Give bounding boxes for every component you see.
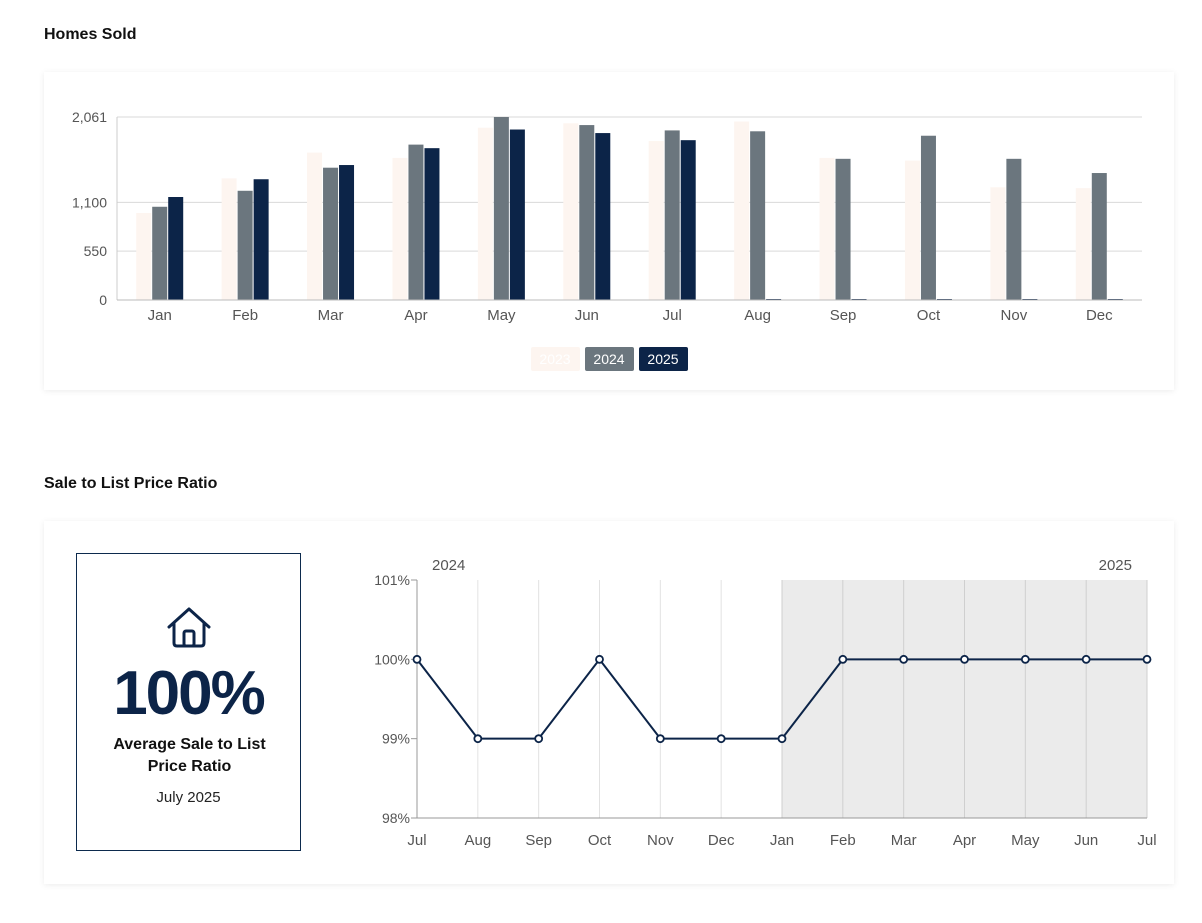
bar-2024-feb: [237, 190, 253, 300]
x-tick-label: Feb: [232, 307, 258, 324]
homes-sold-legend: 2023 2024 2025: [44, 347, 1174, 371]
average-ratio-date: July 2025: [156, 789, 221, 806]
legend-item-2024[interactable]: 2024: [584, 347, 634, 371]
data-point-dec-5: [716, 734, 726, 744]
bar-2024-may: [493, 117, 509, 300]
x-tick-label: Jan: [148, 307, 172, 324]
bar-2025-jun: [595, 133, 611, 300]
y-tick-label: 550: [84, 243, 108, 259]
x-tick-label: Jan: [770, 832, 794, 849]
x-tick-label: Aug: [464, 832, 491, 849]
bar-2023-oct: [904, 160, 920, 300]
data-point-apr-9: [960, 654, 969, 664]
year-label-end: 2025: [1099, 557, 1132, 574]
data-point-feb-7: [838, 654, 848, 664]
data-point-may-10: [1020, 654, 1030, 664]
homes-sold-bar-chart: 0 550 1,100 2,061 Jan Feb Mar Apr May Jun Jul Aug Se…: [72, 109, 1142, 324]
x-tick-label: Jul: [1137, 832, 1156, 849]
bar-2025-jan: [168, 197, 184, 300]
x-tick-label: Dec: [708, 832, 735, 849]
average-ratio-value: 100%: [113, 659, 266, 728]
data-point-nov-4: [655, 734, 665, 744]
bar-2024-aug: [750, 131, 766, 300]
legend-item-2023[interactable]: 2023: [530, 347, 580, 371]
sale-to-list-title: Sale to List Price Ratio: [44, 475, 218, 492]
bar-2024-jun: [579, 125, 595, 300]
bar-2023-jan: [136, 212, 152, 300]
x-tick-label: Jul: [663, 307, 682, 324]
x-tick-label: Jul: [407, 832, 426, 849]
data-point-jul-12: [1142, 654, 1152, 664]
x-tick-label: Mar: [891, 832, 917, 849]
x-tick-label: Jun: [575, 307, 599, 324]
y-tick-label: 98%: [382, 810, 410, 826]
bar-2023-jun: [563, 123, 579, 300]
x-tick-label: Apr: [404, 307, 427, 324]
bar-2025-may: [509, 129, 525, 300]
bar-2023-sep: [819, 157, 835, 300]
x-tick-label: Aug: [744, 307, 771, 324]
bar-2024-oct: [920, 135, 936, 300]
x-tick-label: Apr: [953, 832, 976, 849]
year-label-start: 2024: [432, 557, 465, 574]
bar-2024-jan: [152, 206, 168, 300]
data-point-aug-1: [473, 734, 483, 744]
bar-2024-apr: [408, 144, 424, 300]
y-tick-label: 99%: [382, 731, 410, 747]
x-tick-label: Nov: [1001, 307, 1028, 324]
x-tick-label: Feb: [830, 832, 856, 849]
data-point-jul-0: [412, 654, 422, 664]
bar-2023-jul: [648, 141, 664, 300]
y-tick-label: 0: [99, 292, 107, 308]
bar-2023-nov: [990, 187, 1006, 300]
y-tick-label: 2,061: [72, 109, 107, 125]
bar-2023-feb: [221, 178, 237, 300]
bar-2023-mar: [307, 152, 323, 300]
bar-2023-aug: [734, 121, 750, 300]
homes-sold-title: Homes Sold: [44, 26, 137, 43]
data-point-jan-6: [777, 734, 787, 744]
data-point-oct-3: [595, 654, 604, 664]
x-tick-label: Nov: [647, 832, 674, 849]
bar-2023-dec: [1075, 188, 1091, 300]
bar-2025-apr: [424, 148, 440, 300]
bar-2024-jul: [664, 130, 680, 300]
bar-2024-nov: [1006, 158, 1022, 300]
data-point-mar-8: [899, 654, 909, 664]
x-tick-label: Jun: [1074, 832, 1098, 849]
x-tick-label: Sep: [525, 832, 552, 849]
sale-to-list-card: 100% Average Sale to List Price Ratio Ju…: [44, 521, 1174, 884]
legend-item-2025[interactable]: 2025: [638, 347, 688, 371]
x-tick-label: May: [1011, 832, 1040, 849]
homes-sold-card: 0 550 1,100 2,061 Jan Feb Mar Apr May Jun Jul Aug Se…: [44, 72, 1174, 390]
x-tick-label: Oct: [917, 307, 941, 324]
x-tick-label: Mar: [318, 307, 344, 324]
average-ratio-label: Average Sale to List Price Ratio: [113, 736, 266, 775]
bar-2023-may: [477, 127, 493, 301]
bar-2025-feb: [253, 179, 269, 300]
bar-2024-dec: [1091, 173, 1107, 300]
sale-to-list-line-chart: 98% 99% 100% 101% Jul Aug Sep Oct Nov Dec Jan Feb Ma…: [374, 557, 1156, 849]
data-point-jun-11: [1081, 654, 1091, 664]
y-tick-label: 1,100: [72, 194, 107, 210]
y-tick-label: 101%: [374, 572, 410, 588]
bar-2024-sep: [835, 158, 851, 300]
x-tick-label: May: [487, 307, 516, 324]
x-tick-label: Sep: [830, 307, 857, 324]
average-ratio-stat-box: 100% Average Sale to List Price Ratio Ju…: [76, 553, 301, 851]
x-tick-label: Dec: [1086, 307, 1113, 324]
bar-2024-mar: [323, 167, 339, 300]
y-tick-label: 100%: [374, 651, 410, 667]
data-point-sep-2: [534, 734, 544, 744]
x-tick-label: Oct: [588, 832, 612, 849]
bar-2025-mar: [339, 165, 355, 300]
bar-2025-jul: [680, 140, 696, 300]
bar-2023-apr: [392, 157, 408, 300]
house-icon: [167, 607, 211, 648]
